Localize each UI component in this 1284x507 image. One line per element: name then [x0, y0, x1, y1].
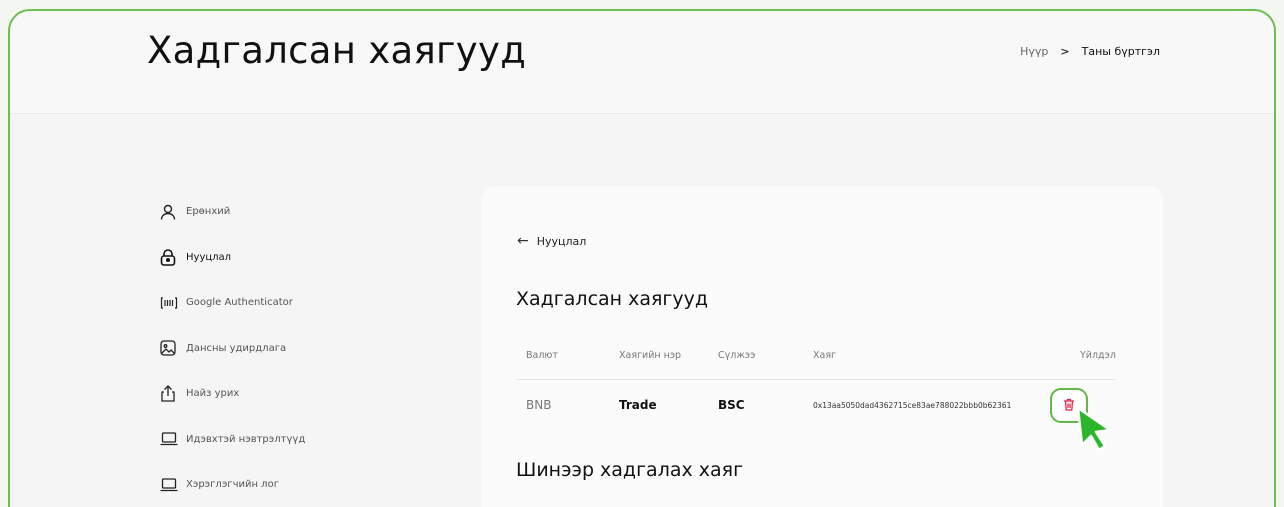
laptop-icon: [160, 478, 186, 492]
sidebar-item-active-sessions[interactable]: Идэвхтэй нэвтрэлтүүд: [160, 417, 305, 463]
laptop-icon: [160, 432, 186, 446]
cell-network: BSC: [718, 398, 745, 412]
lock-icon: [160, 248, 186, 266]
sidebar-item-label: Google Authenticator: [186, 297, 293, 309]
column-header-currency: Валют: [526, 350, 558, 361]
breadcrumb-home-link[interactable]: Нүүр: [1020, 45, 1048, 58]
sidebar-item-label: Дансны удирдлага: [186, 342, 287, 354]
back-link[interactable]: ← Нууцлал: [517, 233, 586, 249]
column-header-name: Хаягийн нэр: [619, 350, 682, 361]
column-header-action: Үйлдэл: [1080, 350, 1116, 361]
sidebar-item-account-management[interactable]: Дансны удирдлага: [160, 326, 305, 372]
sidebar-item-label: Нууцлал: [186, 251, 232, 263]
saved-addresses-card: ← Нууцлал Хадгалсан хаягууд Валют Хаягий…: [481, 186, 1163, 507]
authenticator-icon: [160, 296, 186, 310]
back-label: Нууцлал: [536, 234, 587, 248]
arrow-left-icon: ←: [517, 233, 529, 249]
column-header-network: Сүлжээ: [718, 350, 756, 361]
sidebar-item-label: Найз урих: [186, 388, 240, 400]
cursor-arrow-icon: [1072, 404, 1118, 456]
sidebar-item-user-log[interactable]: Хэрэглэгчийн лог: [160, 462, 305, 507]
sidebar-item-general[interactable]: Ерөнхий: [160, 189, 305, 235]
cell-currency: BNB: [526, 398, 552, 412]
share-icon: [160, 385, 186, 402]
sidebar-item-label: Идэвхтэй нэвтрэлтүүд: [186, 433, 306, 445]
sidebar: Ерөнхий Нууцлал Google Authenticator Дан…: [160, 189, 305, 507]
column-header-address: Хаяг: [813, 350, 837, 361]
breadcrumb-current: Таны бүртгэл: [1081, 45, 1160, 58]
sidebar-item-invite-friend[interactable]: Найз урих: [160, 371, 305, 417]
breadcrumb-separator: >: [1060, 45, 1070, 58]
card-title: Хадгалсан хаягууд: [516, 288, 709, 310]
sidebar-item-security[interactable]: Нууцлал: [160, 235, 305, 281]
breadcrumb: Нүүр > Таны бүртгэл: [1020, 45, 1160, 58]
image-icon: [160, 340, 186, 356]
sidebar-item-label: Хэрэглэгчийн лог: [186, 479, 279, 491]
cell-address: 0x13aa5050dad4362715ce83ae788022bbb0b623…: [813, 401, 1012, 410]
table-divider: [516, 379, 1116, 380]
page-title: Хадгалсан хаягууд: [147, 29, 527, 72]
new-address-section-title: Шинээр хадгалах хаяг: [516, 459, 744, 481]
page-header: Хадгалсан хаягууд Нүүр > Таны бүртгэл: [10, 11, 1274, 114]
user-icon: [160, 204, 186, 220]
sidebar-item-google-authenticator[interactable]: Google Authenticator: [160, 280, 305, 326]
cell-name: Trade: [619, 398, 657, 412]
sidebar-item-label: Ерөнхий: [186, 206, 231, 218]
